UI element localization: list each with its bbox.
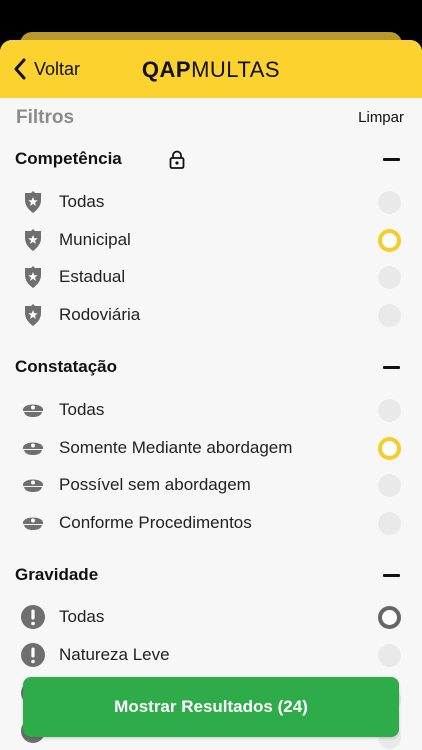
collapse-icon: [383, 366, 400, 369]
radio-button[interactable]: [378, 399, 401, 422]
option-row-municipal[interactable]: Municipal: [0, 221, 422, 259]
radio-button[interactable]: [378, 512, 401, 535]
radio-button-selected[interactable]: [378, 229, 401, 252]
lock-icon: [169, 150, 185, 169]
option-row-sem-abordagem[interactable]: Possível sem abordagem: [0, 466, 422, 504]
radio-button[interactable]: [378, 304, 401, 327]
collapse-icon: [383, 158, 400, 161]
top-bar: Voltar QAPMULTAS: [0, 40, 422, 98]
option-label: Municipal: [59, 230, 131, 249]
option-row-todas[interactable]: Todas: [0, 391, 422, 429]
radio-button[interactable]: [378, 191, 401, 214]
police-badge-icon: [25, 229, 41, 251]
police-badge-icon: [25, 266, 41, 288]
radio-button[interactable]: [378, 474, 401, 497]
section-header-constatacao[interactable]: Constatação: [0, 349, 422, 385]
police-badge-icon: [25, 304, 41, 326]
logo-light: MULTAS: [191, 57, 281, 82]
option-label: Estadual: [59, 267, 126, 286]
radio-button-selected[interactable]: [378, 606, 401, 629]
option-row-procedimentos[interactable]: Conforme Procedimentos: [0, 504, 422, 542]
show-results-button[interactable]: Mostrar Resultados (24): [23, 677, 399, 737]
collapse-icon: [383, 574, 400, 577]
clear-button[interactable]: Limpar: [358, 109, 404, 126]
option-label: Todas: [59, 192, 105, 211]
section-header-competencia[interactable]: Competência: [0, 141, 422, 177]
option-row-estadual[interactable]: Estadual: [0, 258, 422, 296]
radio-button-selected[interactable]: [378, 437, 401, 460]
option-row-natureza-leve[interactable]: Natureza Leve: [0, 636, 422, 674]
police-cap-icon: [23, 442, 43, 455]
option-row-rodoviaria[interactable]: Rodoviária: [0, 296, 422, 334]
option-label: Todas: [59, 607, 105, 626]
filters-title: Filtros: [16, 107, 75, 128]
section-title: Constatação: [15, 357, 118, 376]
radio-button[interactable]: [378, 644, 401, 667]
option-label: Conforme Procedimentos: [59, 513, 252, 532]
section-header-gravidade[interactable]: Gravidade: [0, 557, 422, 593]
option-label: Natureza Leve: [59, 645, 170, 664]
option-label: Possível sem abordagem: [59, 475, 251, 494]
radio-button[interactable]: [378, 266, 401, 289]
option-row-todas[interactable]: Todas: [0, 598, 422, 636]
option-row-mediante-abordagem[interactable]: Somente Mediante abordagem: [0, 429, 422, 467]
option-label: Todas: [59, 400, 105, 419]
section-title: Competência: [15, 149, 122, 168]
filters-header: Filtros Limpar: [0, 98, 422, 138]
filter-sheet: Voltar QAPMULTAS Filtros Limpar Competên…: [0, 40, 422, 750]
exclamation-circle-icon: [21, 605, 45, 629]
police-cap-icon: [23, 479, 43, 492]
exclamation-circle-icon: [21, 643, 45, 667]
logo-bold: QAP: [141, 57, 192, 82]
option-label: Somente Mediante abordagem: [59, 438, 293, 457]
police-cap-icon: [23, 404, 43, 417]
option-row-todas[interactable]: Todas: [0, 183, 422, 221]
option-label: Rodoviária: [59, 305, 141, 324]
police-cap-icon: [23, 517, 43, 530]
police-badge-icon: [25, 191, 41, 213]
section-title: Gravidade: [15, 565, 99, 584]
app-logo: QAPMULTAS: [0, 57, 422, 83]
